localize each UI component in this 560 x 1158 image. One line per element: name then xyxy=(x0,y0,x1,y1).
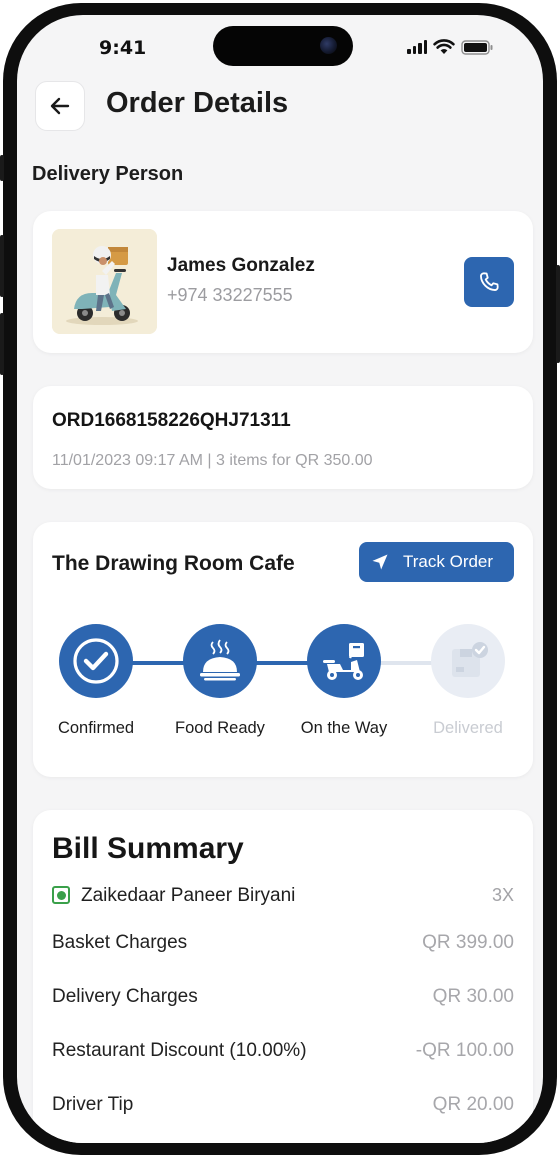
bill-row-label: Restaurant Discount (10.00%) xyxy=(52,1040,307,1061)
bill-row-delivery-charges: Delivery Charges QR 30.00 xyxy=(52,986,514,1016)
app-screen: 9:41 Order Details Delivery Person James… xyxy=(17,15,543,1143)
delivery-scooter-icon xyxy=(323,643,364,680)
scooter-rider-illustration xyxy=(52,229,157,334)
package-check-icon xyxy=(452,642,488,677)
status-time: 9:41 xyxy=(99,37,147,59)
bill-row-label: Basket Charges xyxy=(52,932,188,953)
check-icon xyxy=(73,638,119,684)
step-label-delivered: Delivered xyxy=(433,719,503,737)
bill-row-value: -QR 100.00 xyxy=(415,1040,514,1061)
veg-indicator-icon xyxy=(52,886,70,904)
volume-up-button xyxy=(0,235,4,297)
step-label-confirmed: Confirmed xyxy=(57,719,135,737)
bill-row-basket-charges: Basket Charges QR 399.00 xyxy=(52,932,514,962)
phone-frame: 9:41 Order Details Delivery Person James… xyxy=(0,3,560,1155)
bill-row-label: Delivery Charges xyxy=(52,986,198,1007)
order-info-card: ORD1668158226QHJ71311 11/01/2023 09:17 A… xyxy=(33,386,533,489)
bill-row-driver-tip: Driver Tip QR 20.00 xyxy=(52,1094,514,1124)
delivery-person-heading: Delivery Person xyxy=(32,163,184,185)
battery-icon xyxy=(461,39,493,55)
volume-down-button xyxy=(0,313,4,375)
mute-switch xyxy=(0,155,4,181)
signal-icon xyxy=(407,40,427,54)
delivery-person-phone: +974 33227555 xyxy=(167,285,293,305)
bill-item-quantity: 3X xyxy=(491,885,514,905)
phone-icon xyxy=(480,272,499,291)
bill-summary-title: Bill Summary xyxy=(52,832,244,865)
restaurant-name: The Drawing Room Cafe xyxy=(52,552,295,575)
bill-row-value: QR 399.00 xyxy=(422,932,514,953)
navigation-arrow-icon xyxy=(372,554,388,570)
step-confirmed xyxy=(59,624,133,698)
header: Order Details xyxy=(35,81,525,131)
bill-row-restaurant-discount: Restaurant Discount (10.00%) -QR 100.00 xyxy=(52,1040,514,1070)
step-label-food-ready: Food Ready xyxy=(175,719,265,737)
track-order-label: Track Order xyxy=(403,552,494,571)
delivery-person-name: James Gonzalez xyxy=(167,255,315,276)
avatar xyxy=(52,229,157,334)
call-button[interactable] xyxy=(464,257,514,307)
order-tracking-card: The Drawing Room Cafe Track Order Confir… xyxy=(33,522,533,777)
step-delivered xyxy=(431,624,505,698)
food-cloche-icon xyxy=(200,639,240,681)
camera-icon xyxy=(320,37,337,54)
step-label-on-the-way: On the Way xyxy=(300,719,388,737)
dynamic-island xyxy=(213,26,353,66)
order-id: ORD1668158226QHJ71311 xyxy=(52,410,291,431)
bill-row-value: QR 20.00 xyxy=(432,1094,514,1115)
status-icons xyxy=(407,39,493,55)
power-button xyxy=(556,265,560,363)
order-meta: 11/01/2023 09:17 AM | 3 items for QR 350… xyxy=(52,452,373,469)
step-food-ready xyxy=(183,624,257,698)
arrow-left-icon xyxy=(50,97,70,115)
step-on-the-way xyxy=(307,624,381,698)
bill-item-name: Zaikedaar Paneer Biryani xyxy=(81,885,296,906)
bill-row-label: Driver Tip xyxy=(52,1094,134,1115)
bill-row-value: QR 30.00 xyxy=(432,986,514,1007)
bill-summary-card: Bill Summary Zaikedaar Paneer Biryani 3X… xyxy=(33,810,533,1143)
track-order-button[interactable]: Track Order xyxy=(359,542,514,582)
page-title: Order Details xyxy=(106,87,289,119)
wifi-icon xyxy=(433,39,455,54)
back-button[interactable] xyxy=(35,81,85,131)
delivery-person-card: James Gonzalez +974 33227555 xyxy=(33,211,533,353)
